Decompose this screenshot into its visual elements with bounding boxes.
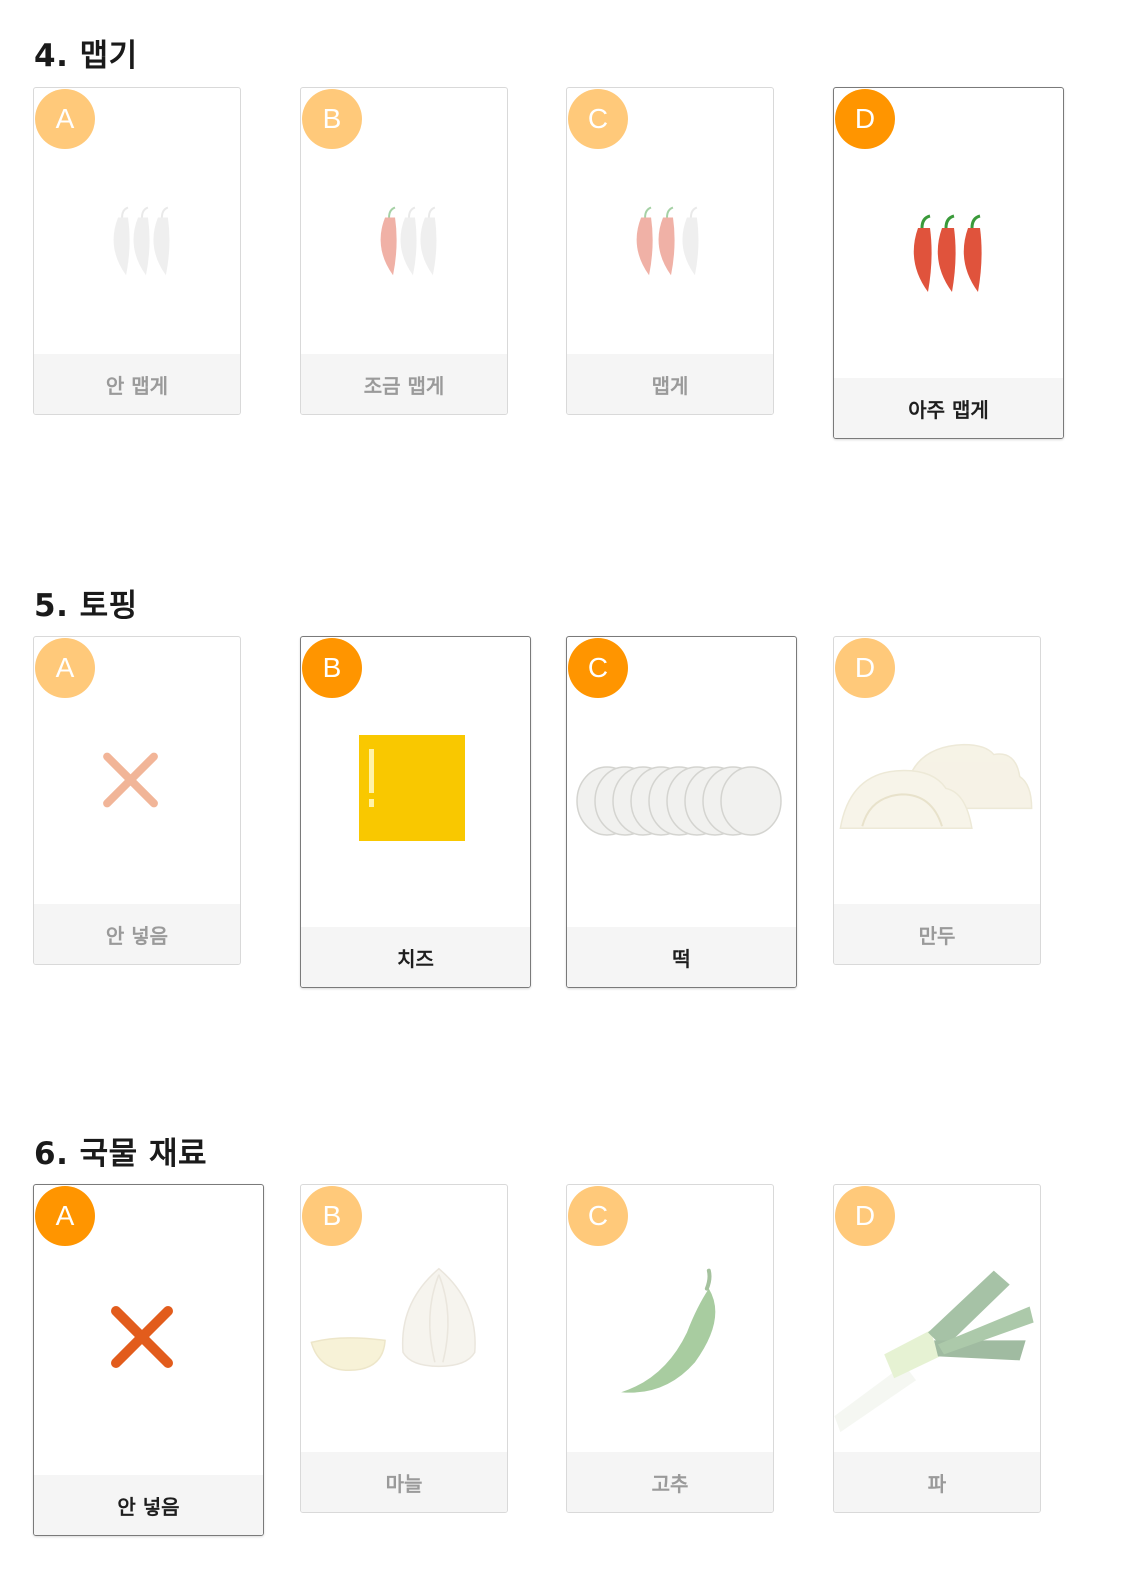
option-label: 마늘 <box>301 1452 507 1512</box>
option-letter-badge: C <box>568 89 628 149</box>
option-label: 아주 맵게 <box>834 378 1063 438</box>
option-letter-badge: C <box>568 1186 628 1246</box>
option-card-broth-c[interactable]: C 고추 <box>566 1184 774 1513</box>
option-label: 떡 <box>567 927 796 987</box>
option-card-topping-d[interactable]: D 만두 <box>833 636 1041 965</box>
option-letter-badge: A <box>35 638 95 698</box>
option-card-topping-b[interactable]: B 치즈 <box>300 636 531 988</box>
option-card-spice-a[interactable]: A 안 맵게 <box>33 87 241 415</box>
option-card-broth-d[interactable]: D 파 <box>833 1184 1041 1513</box>
section-title-topping: 5. 토핑 <box>34 588 138 624</box>
option-card-broth-a[interactable]: A 안 넣음 <box>33 1184 264 1536</box>
option-letter-badge: B <box>302 638 362 698</box>
option-label: 맵게 <box>567 354 773 414</box>
option-card-topping-c[interactable]: C 떡 <box>566 636 797 988</box>
option-label: 조금 맵게 <box>301 354 507 414</box>
option-letter-badge: D <box>835 638 895 698</box>
option-label: 안 넣음 <box>34 1475 263 1535</box>
option-card-spice-b[interactable]: B 조금 맵게 <box>300 87 508 415</box>
option-label: 안 맵게 <box>34 354 240 414</box>
option-letter-badge: A <box>35 89 95 149</box>
option-label: 만두 <box>834 904 1040 964</box>
option-card-spice-c[interactable]: C 맵게 <box>566 87 774 415</box>
option-letter-badge: A <box>35 1186 95 1246</box>
option-label: 파 <box>834 1452 1040 1512</box>
option-label: 안 넣음 <box>34 904 240 964</box>
section-title-spiciness: 4. 맵기 <box>34 38 138 74</box>
option-letter-badge: B <box>302 1186 362 1246</box>
option-card-broth-b[interactable]: B 마늘 <box>300 1184 508 1513</box>
option-card-topping-a[interactable]: A 안 넣음 <box>33 636 241 965</box>
option-label: 치즈 <box>301 927 530 987</box>
option-label: 고추 <box>567 1452 773 1512</box>
option-letter-badge: C <box>568 638 628 698</box>
option-letter-badge: D <box>835 1186 895 1246</box>
option-letter-badge: D <box>835 89 895 149</box>
option-letter-badge: B <box>302 89 362 149</box>
section-title-broth-ingredients: 6. 국물 재료 <box>34 1136 208 1172</box>
option-card-spice-d[interactable]: D 아주 맵게 <box>833 87 1064 439</box>
